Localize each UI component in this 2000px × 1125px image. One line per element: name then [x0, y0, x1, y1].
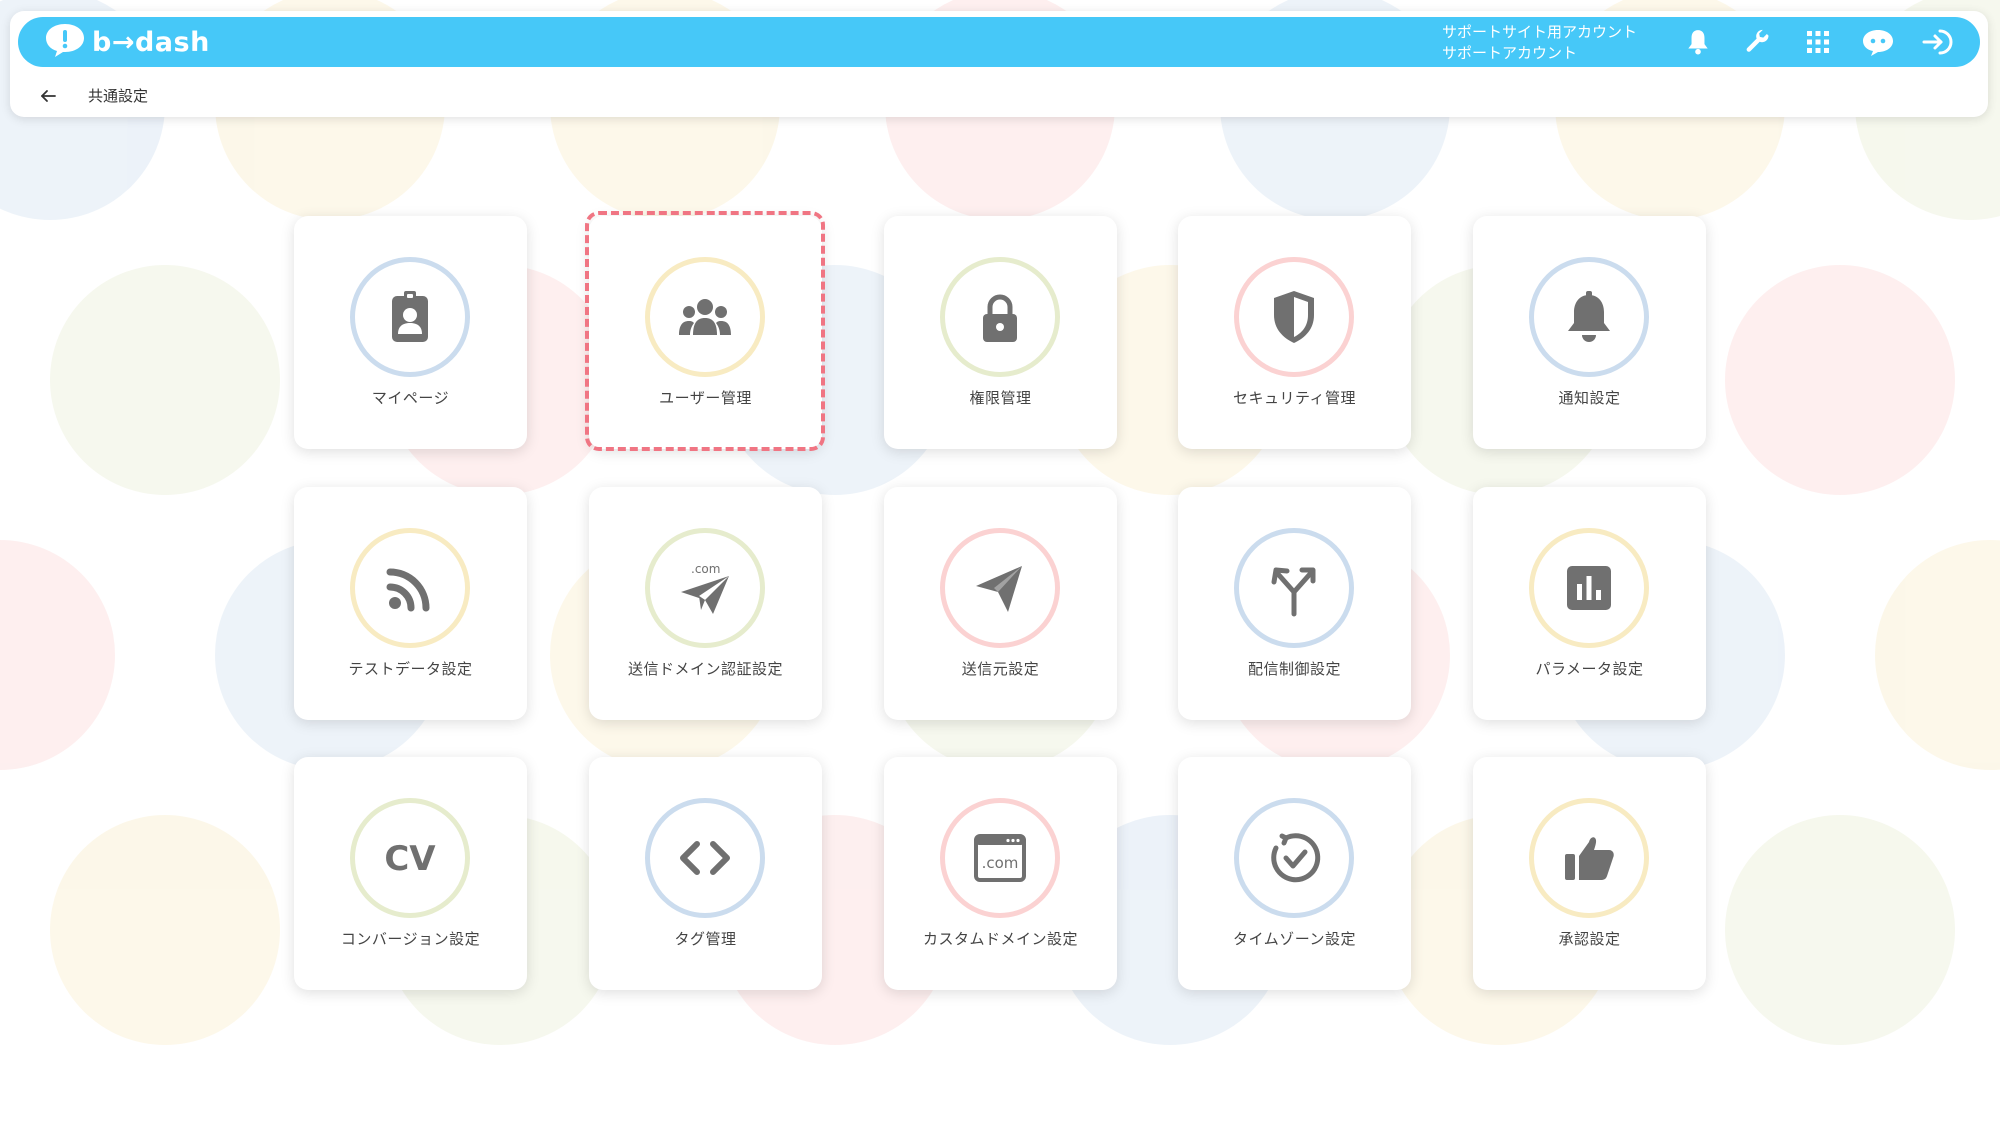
card-label: セキュリティ管理 — [1232, 389, 1357, 407]
thumbs-up-icon — [1565, 837, 1614, 880]
icon-ring — [1234, 257, 1354, 377]
icon-ring — [940, 257, 1060, 377]
paper-plane-com-icon: .com — [681, 562, 729, 614]
users-icon — [679, 299, 731, 335]
card-label: カスタムドメイン設定 — [922, 930, 1078, 948]
card-approval-settings[interactable]: 承認設定 — [1473, 757, 1706, 990]
card-parameter-settings[interactable]: パラメータ設定 — [1473, 487, 1706, 720]
card-sender-settings[interactable]: 送信元設定 — [884, 487, 1117, 720]
split-arrows-icon — [1271, 567, 1316, 617]
card-label: 承認設定 — [1558, 930, 1621, 948]
icon-ring: CV — [350, 798, 470, 918]
icon-ring — [350, 257, 470, 377]
card-label: パラメータ設定 — [1535, 660, 1644, 678]
card-label: ユーザー管理 — [659, 389, 752, 407]
account-line2: サポートアカウント — [1442, 44, 1578, 62]
code-icon — [680, 841, 730, 875]
logo[interactable]: b→dash — [44, 21, 210, 63]
card-permission-management[interactable]: 権限管理 — [884, 216, 1117, 449]
logo-icon — [44, 22, 86, 62]
icon-ring — [645, 257, 765, 377]
breadcrumb: 共通設定 — [40, 85, 148, 106]
card-delivery-control-settings[interactable]: 配信制御設定 — [1178, 487, 1411, 720]
icon-ring: .com — [645, 528, 765, 648]
card-my-page[interactable]: マイページ — [294, 216, 527, 449]
icon-ring — [1234, 798, 1354, 918]
card-user-management[interactable]: ユーザー管理 — [589, 216, 822, 449]
card-timezone-settings[interactable]: タイムゾーン設定 — [1178, 757, 1411, 990]
cv-icon: CV — [384, 839, 436, 879]
svg-text:.com: .com — [691, 562, 720, 576]
logout-icon[interactable] — [1908, 23, 1968, 61]
page-title: 共通設定 — [88, 87, 149, 105]
icon-ring — [1234, 528, 1354, 648]
account-line1: サポートサイト用アカウント — [1442, 23, 1638, 41]
chat-bot-icon[interactable] — [1848, 23, 1908, 61]
card-label: 送信元設定 — [961, 660, 1040, 678]
id-badge-icon — [392, 291, 428, 342]
clock-icon — [1271, 833, 1321, 883]
icon-ring: .com — [940, 798, 1060, 918]
header-bar: b→dash サポートサイト用アカウント サポートアカウント — [18, 17, 1980, 67]
card-sender-domain-auth-settings[interactable]: .com 送信ドメイン認証設定 — [589, 487, 822, 720]
svg-text:.com: .com — [982, 854, 1019, 872]
card-notification-settings[interactable]: 通知設定 — [1473, 216, 1706, 449]
svg-text:CV: CV — [384, 839, 436, 879]
icon-ring — [350, 528, 470, 648]
header-card: b→dash サポートサイト用アカウント サポートアカウント 共通設定 — [10, 11, 1988, 117]
card-label: コンバージョン設定 — [340, 930, 481, 948]
icon-ring — [645, 798, 765, 918]
header-icons — [1668, 23, 1968, 61]
icon-ring — [940, 528, 1060, 648]
bell-icon[interactable] — [1668, 23, 1728, 61]
card-label: 配信制御設定 — [1247, 660, 1341, 678]
card-custom-domain-settings[interactable]: .com カスタムドメイン設定 — [884, 757, 1117, 990]
card-tag-management[interactable]: タグ管理 — [589, 757, 822, 990]
browser-com-icon: .com — [974, 834, 1026, 882]
icon-ring — [1529, 257, 1649, 377]
apps-grid-icon[interactable] — [1788, 23, 1848, 61]
arrow-left-icon[interactable] — [40, 86, 64, 106]
card-label: 通知設定 — [1558, 389, 1621, 407]
card-test-data-settings[interactable]: テストデータ設定 — [294, 487, 527, 720]
wrench-icon[interactable] — [1728, 23, 1788, 61]
bell-icon — [1568, 291, 1610, 342]
card-conversion-settings[interactable]: CV コンバージョン設定 — [294, 757, 527, 990]
logo-text: b→dash — [92, 26, 210, 58]
card-label: 送信ドメイン認証設定 — [627, 660, 783, 678]
card-label: マイページ — [371, 389, 450, 407]
card-security-management[interactable]: セキュリティ管理 — [1178, 216, 1411, 449]
bar-chart-icon — [1567, 566, 1611, 610]
send-icon — [976, 566, 1022, 612]
lock-icon — [983, 294, 1017, 342]
icon-ring — [1529, 528, 1649, 648]
card-label: テストデータ設定 — [348, 660, 473, 678]
rss-icon — [386, 568, 430, 612]
card-label: タイムゾーン設定 — [1233, 930, 1356, 948]
shield-icon — [1274, 291, 1314, 343]
settings-grid: マイページ ユーザー管理 権限管理 セキュリティ管理 通知設定 テストデータ設定… — [0, 0, 2000, 1125]
card-label: 権限管理 — [969, 389, 1032, 407]
card-label: タグ管理 — [674, 930, 737, 948]
account-info[interactable]: サポートサイト用アカウント サポートアカウント — [1442, 22, 1637, 64]
icon-ring — [1529, 798, 1649, 918]
